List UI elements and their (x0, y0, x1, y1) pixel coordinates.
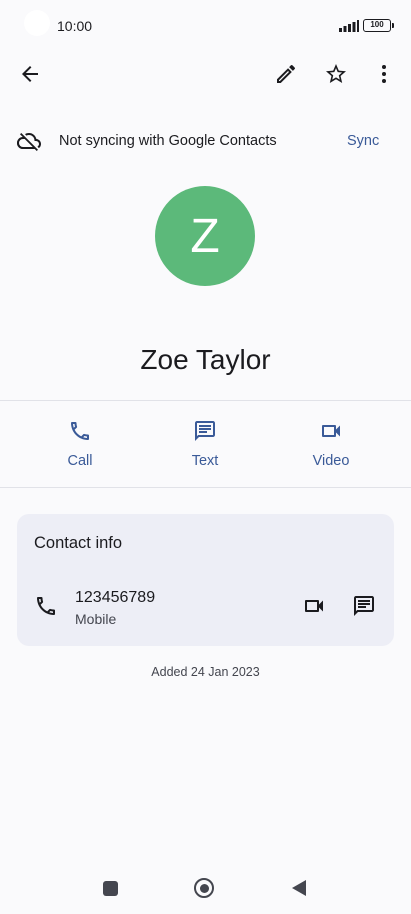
status-bar: 10:00 100 (0, 0, 411, 52)
avatar: Z (155, 186, 255, 286)
more-options-button[interactable] (370, 60, 398, 88)
video-button[interactable]: Video (291, 414, 371, 476)
back-nav-button[interactable] (287, 876, 311, 900)
back-triangle-icon (292, 880, 306, 896)
camera-cutout (24, 10, 50, 36)
phone-number[interactable]: 123456789 (75, 589, 155, 607)
arrow-back-icon (22, 66, 38, 82)
contact-name: Zoe Taylor (140, 344, 271, 375)
phone-icon[interactable] (34, 594, 58, 618)
message-icon[interactable] (352, 594, 376, 618)
pencil-icon (277, 64, 296, 83)
text-button[interactable]: Text (165, 414, 245, 476)
signal-icon (339, 20, 359, 32)
status-time: 10:00 (57, 18, 93, 34)
recents-button[interactable] (98, 876, 122, 900)
quick-actions: Call Text Video (0, 414, 411, 476)
top-app-bar (0, 52, 411, 96)
edit-button[interactable] (272, 60, 300, 88)
contact-info-title: Contact info (34, 534, 123, 552)
phone-type: Mobile (75, 611, 117, 627)
sync-button[interactable]: Sync (347, 133, 379, 149)
favorite-button[interactable] (322, 60, 350, 88)
sync-status-text: Not syncing with Google Contacts (59, 133, 277, 149)
battery-icon: 100 (363, 19, 394, 32)
more-vert-icon (382, 65, 386, 83)
video-call-icon[interactable] (302, 594, 326, 618)
video-label: Video (312, 453, 350, 469)
star-outline-icon (326, 64, 346, 83)
navigation-bar (0, 866, 411, 910)
divider (0, 400, 411, 401)
call-button[interactable]: Call (40, 414, 120, 476)
contact-info-card: Contact info 123456789 Mobile (17, 514, 394, 646)
home-button[interactable] (192, 876, 216, 900)
divider (0, 487, 411, 488)
home-icon (194, 878, 214, 898)
call-label: Call (67, 453, 93, 469)
message-icon (195, 421, 215, 441)
recents-icon (102, 880, 118, 896)
video-icon (322, 425, 340, 437)
phone-icon (71, 422, 89, 440)
avatar-initial: Z (190, 209, 220, 263)
back-button[interactable] (16, 60, 44, 88)
added-date: Added 24 Jan 2023 (151, 665, 260, 679)
text-label: Text (191, 453, 219, 469)
cloud-off-icon (17, 133, 41, 151)
sync-banner: Not syncing with Google Contacts Sync (0, 124, 411, 158)
